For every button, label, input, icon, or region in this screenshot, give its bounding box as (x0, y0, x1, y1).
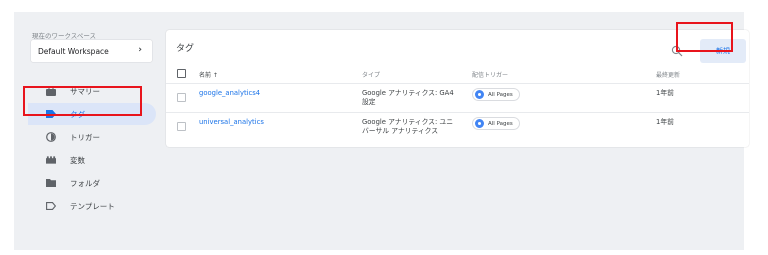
tag-name-link[interactable]: universal_analytics (199, 118, 264, 127)
tag-type-line1: Google アナリティクス: GA4 (362, 89, 454, 97)
table-row[interactable]: universal_analytics Google アナリティクス: ユニ バ… (166, 112, 749, 142)
column-header-trigger[interactable]: 配信トリガー (472, 70, 508, 79)
row-checkbox[interactable] (177, 93, 186, 102)
sidebar-item-folders[interactable]: フォルダ (28, 172, 156, 194)
pageview-trigger-icon (475, 90, 484, 99)
chevron-right-icon: › (138, 45, 142, 55)
app-background: 現在のワークスペース Default Workspace › サマリー タグ ト… (14, 12, 749, 250)
sidebar-item-label: トリガー (70, 132, 100, 142)
tag-type-line1: Google アナリティクス: ユニ (362, 118, 454, 126)
last-updated: 1年前 (656, 89, 674, 97)
folder-icon (46, 178, 56, 188)
tag-type-line2: 設定 (362, 98, 376, 106)
workspace-label: 現在のワークスペース (32, 32, 97, 40)
workspace-name: Default Workspace (38, 46, 109, 56)
sidebar-item-variables[interactable]: 変数 (28, 149, 156, 171)
sidebar-item-label: フォルダ (70, 178, 100, 188)
page-title: タグ (176, 44, 195, 54)
sidebar-item-label: 変数 (70, 155, 85, 165)
tag-type-line2: バーサル アナリティクス (362, 127, 439, 135)
template-icon (46, 201, 56, 211)
row-checkbox[interactable] (177, 122, 186, 131)
trigger-chip-label: All Pages (488, 91, 513, 98)
tags-panel: タグ 新規 名前 ↑ タイプ 配信トリガー 最終更新 google_analyt… (166, 30, 749, 147)
tags-highlight-box (23, 86, 142, 116)
table-header: 名前 ↑ タイプ 配信トリガー 最終更新 (166, 66, 749, 82)
select-all-checkbox[interactable] (177, 69, 186, 78)
last-updated: 1年前 (656, 118, 674, 126)
sidebar-item-label: テンプレート (70, 201, 115, 211)
trigger-chip[interactable]: All Pages (472, 88, 520, 101)
column-header-updated[interactable]: 最終更新 (656, 70, 680, 79)
new-button-highlight-box (676, 22, 733, 52)
sidebar-item-templates[interactable]: テンプレート (28, 195, 156, 217)
pageview-trigger-icon (475, 119, 484, 128)
trigger-chip[interactable]: All Pages (472, 117, 520, 130)
workspace-selector[interactable]: Default Workspace › (31, 40, 152, 62)
column-header-name[interactable]: 名前 ↑ (199, 70, 218, 79)
column-header-type[interactable]: タイプ (362, 70, 380, 79)
sidebar-item-triggers[interactable]: トリガー (28, 126, 156, 148)
variables-icon (46, 155, 56, 165)
table-row[interactable]: google_analytics4 Google アナリティクス: GA4 設定… (166, 83, 749, 111)
trigger-chip-label: All Pages (488, 120, 513, 127)
trigger-icon (46, 132, 56, 142)
tag-name-link[interactable]: google_analytics4 (199, 89, 260, 98)
